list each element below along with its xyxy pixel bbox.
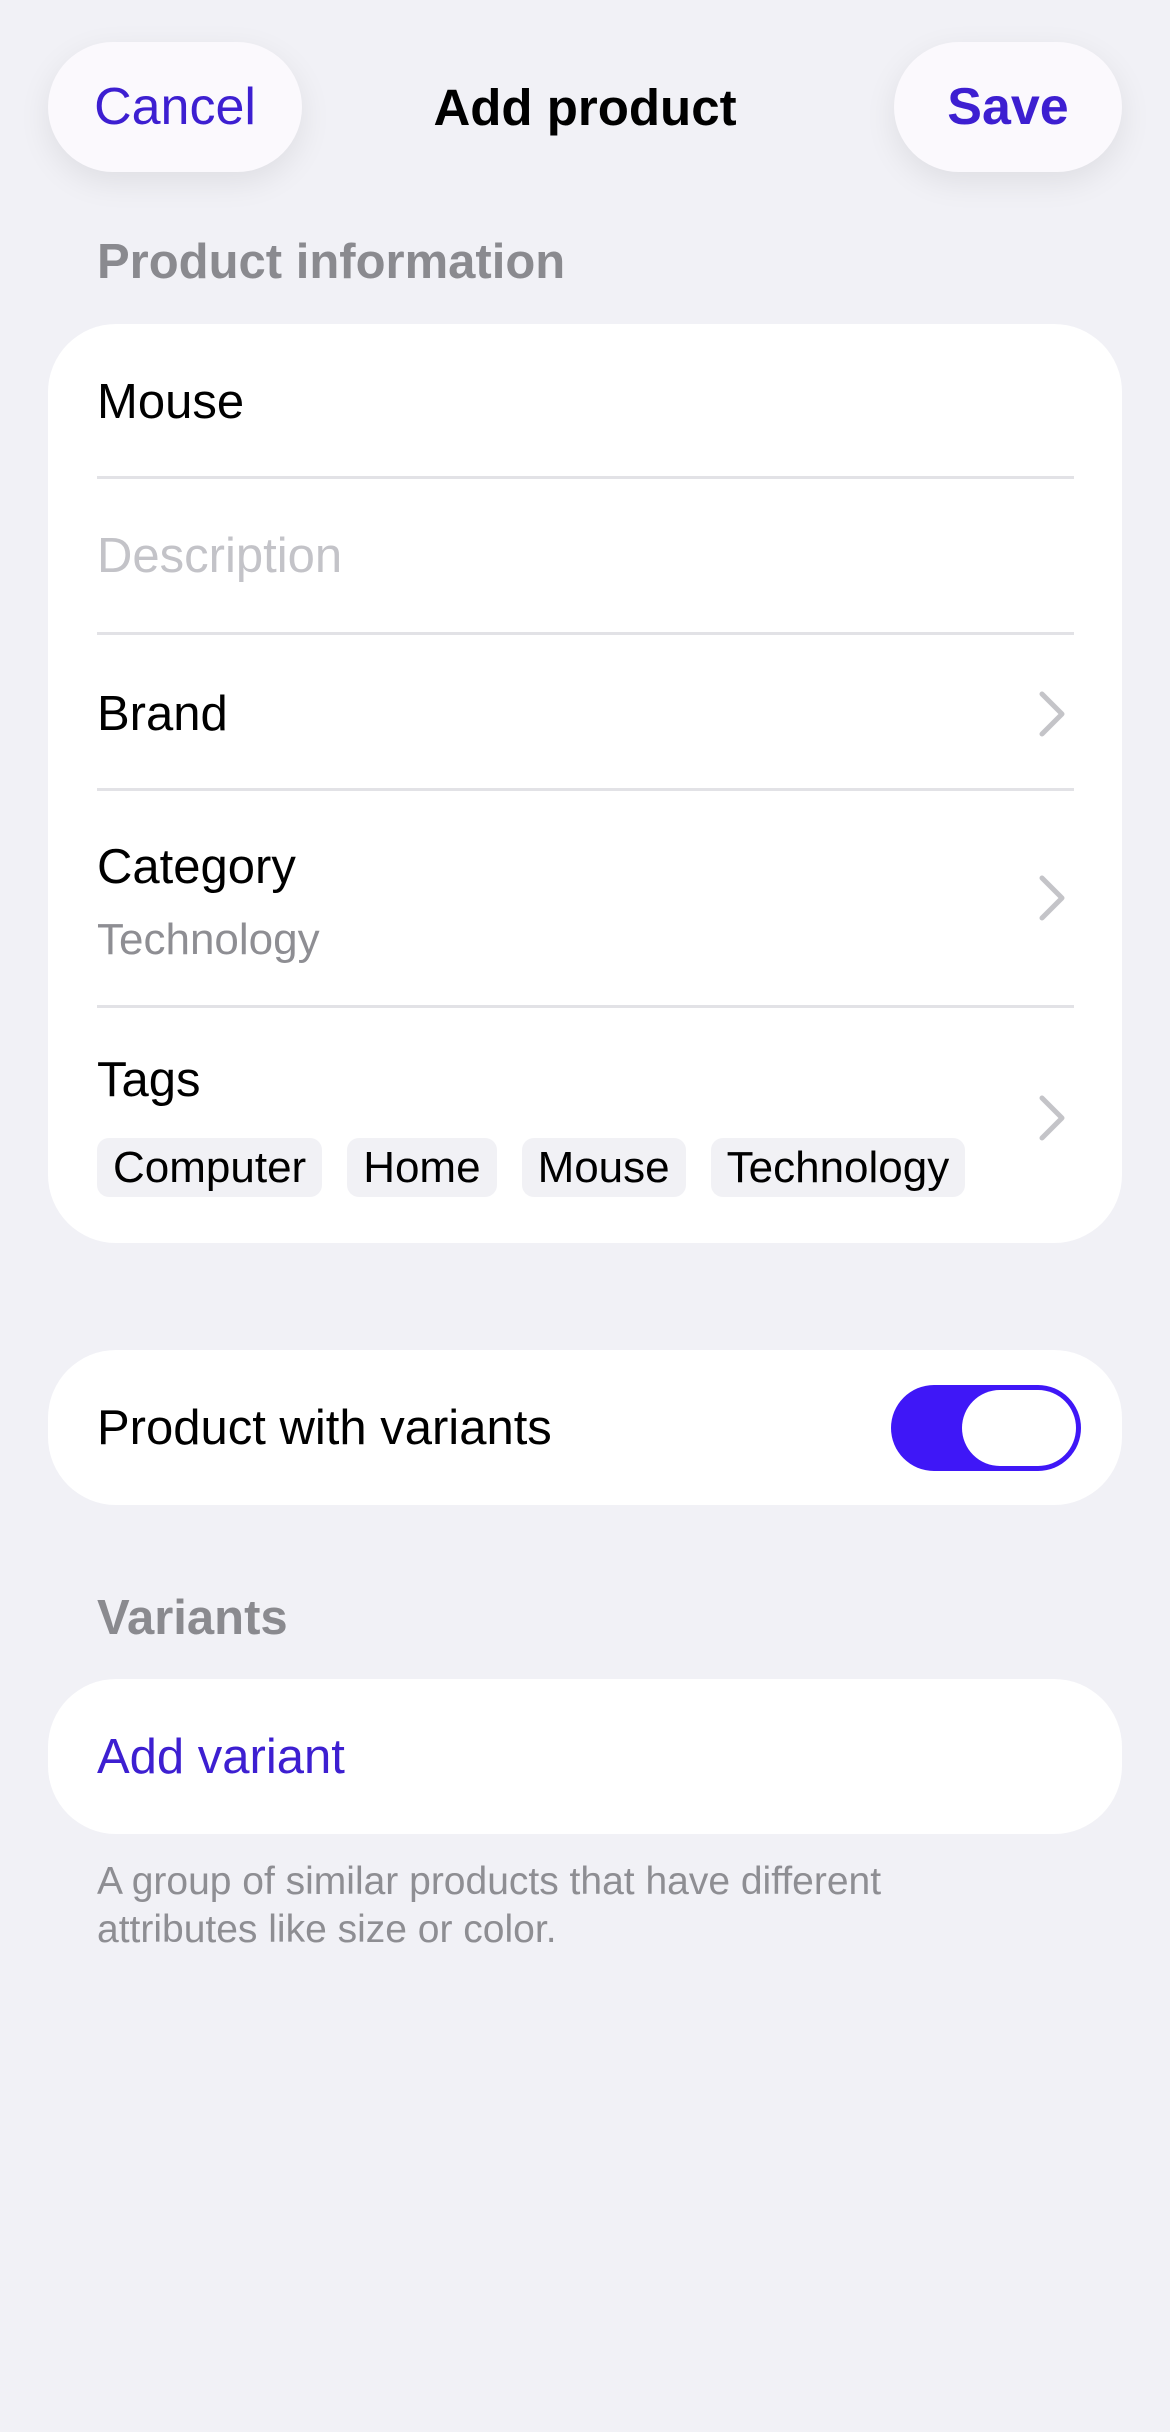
toggle-knob: [962, 1390, 1076, 1466]
variants-header: Variants: [97, 1591, 288, 1645]
cancel-button[interactable]: Cancel: [48, 42, 302, 172]
chevron-right-icon: [1039, 691, 1065, 737]
tag-chip: Mouse: [521, 1138, 686, 1197]
variants-card: Add variant: [48, 1679, 1122, 1834]
navigation-bar: Add product Cancel Save: [48, 42, 1122, 172]
chevron-right-icon: [1039, 1095, 1065, 1141]
save-button[interactable]: Save: [894, 42, 1122, 172]
chevron-right-icon: [1039, 875, 1065, 921]
brand-label: Brand: [97, 687, 228, 741]
product-information-card: Mouse Description Brand Category Technol…: [48, 324, 1122, 1243]
variants-toggle-switch[interactable]: [891, 1385, 1081, 1471]
add-variant-button[interactable]: Add variant: [97, 1729, 345, 1785]
tag-chip: Home: [347, 1138, 497, 1197]
tags-row[interactable]: Tags Computer Home Mouse Technology: [97, 1008, 1074, 1243]
category-row[interactable]: Category Technology: [97, 791, 1074, 1008]
product-name-field[interactable]: Mouse: [97, 324, 1074, 479]
variants-footnote: A group of similar products that have di…: [97, 1860, 882, 1951]
category-value: Technology: [97, 915, 320, 964]
tags-label: Tags: [97, 1053, 201, 1107]
description-field[interactable]: Description: [97, 479, 1074, 635]
description-placeholder: Description: [97, 529, 343, 583]
tag-chip: Technology: [710, 1138, 966, 1197]
tag-chip: Computer: [97, 1138, 323, 1197]
brand-row[interactable]: Brand: [97, 635, 1074, 791]
variants-toggle-card: Product with variants: [48, 1350, 1122, 1505]
tags-list: Computer Home Mouse Technology: [97, 1138, 966, 1197]
category-label: Category: [97, 840, 296, 894]
product-name-value: Mouse: [97, 375, 245, 429]
product-information-header: Product information: [97, 235, 566, 289]
variants-toggle-label: Product with variants: [97, 1401, 552, 1455]
